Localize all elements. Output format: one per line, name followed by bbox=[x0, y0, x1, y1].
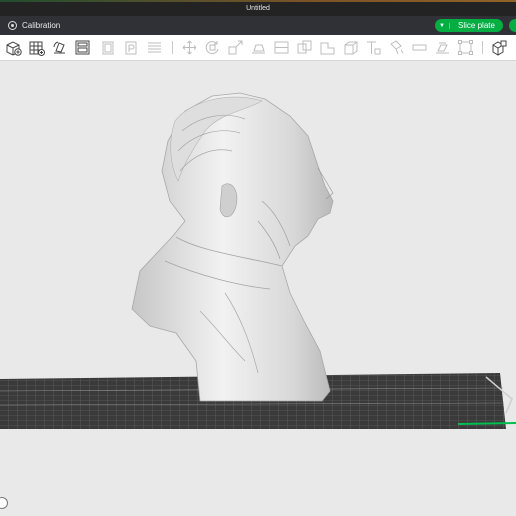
tab-calibration-label: Calibration bbox=[22, 21, 61, 30]
main-toolbar bbox=[0, 35, 516, 61]
seam-painting-icon[interactable] bbox=[411, 39, 428, 56]
text-icon[interactable] bbox=[365, 39, 382, 56]
plate-gallery-icon[interactable] bbox=[100, 39, 117, 56]
arrange-icon[interactable] bbox=[74, 39, 91, 56]
add-object-icon[interactable] bbox=[5, 39, 22, 56]
calibration-icon bbox=[8, 21, 17, 30]
slice-plate-label: Slice plate bbox=[458, 21, 495, 30]
measure-icon[interactable] bbox=[434, 39, 451, 56]
window-title: Untitled bbox=[246, 4, 270, 12]
scale-icon[interactable] bbox=[227, 39, 244, 56]
tab-calibration[interactable]: Calibration bbox=[8, 19, 60, 32]
bust-model[interactable] bbox=[131, 92, 334, 402]
assembly-icon[interactable] bbox=[457, 39, 474, 56]
auto-orient-icon[interactable] bbox=[51, 39, 68, 56]
print-plate-button[interactable] bbox=[509, 19, 516, 32]
add-plate-icon[interactable] bbox=[28, 39, 45, 56]
cut-icon[interactable] bbox=[342, 39, 359, 56]
top-tabbar: Calibration ▼ Slice plate bbox=[0, 16, 516, 35]
layers-icon[interactable] bbox=[146, 39, 163, 56]
plate-settings-icon[interactable] bbox=[123, 39, 140, 56]
toolbar-separator bbox=[172, 41, 173, 54]
slice-plate-button[interactable]: ▼ Slice plate bbox=[435, 19, 503, 32]
variable-layer-height-icon[interactable] bbox=[319, 39, 336, 56]
window-titlebar: Untitled bbox=[0, 0, 516, 16]
chevron-down-icon[interactable]: ▼ bbox=[435, 22, 450, 29]
split-parts-icon[interactable] bbox=[296, 39, 313, 56]
paint-support-icon[interactable] bbox=[388, 39, 405, 56]
toolbar-separator bbox=[482, 41, 483, 54]
move-icon[interactable] bbox=[181, 39, 198, 56]
split-objects-icon[interactable] bbox=[273, 39, 290, 56]
3d-viewport[interactable] bbox=[0, 61, 516, 516]
view-icon[interactable] bbox=[491, 39, 508, 56]
rotate-icon[interactable] bbox=[204, 39, 221, 56]
lay-on-face-icon[interactable] bbox=[250, 39, 267, 56]
